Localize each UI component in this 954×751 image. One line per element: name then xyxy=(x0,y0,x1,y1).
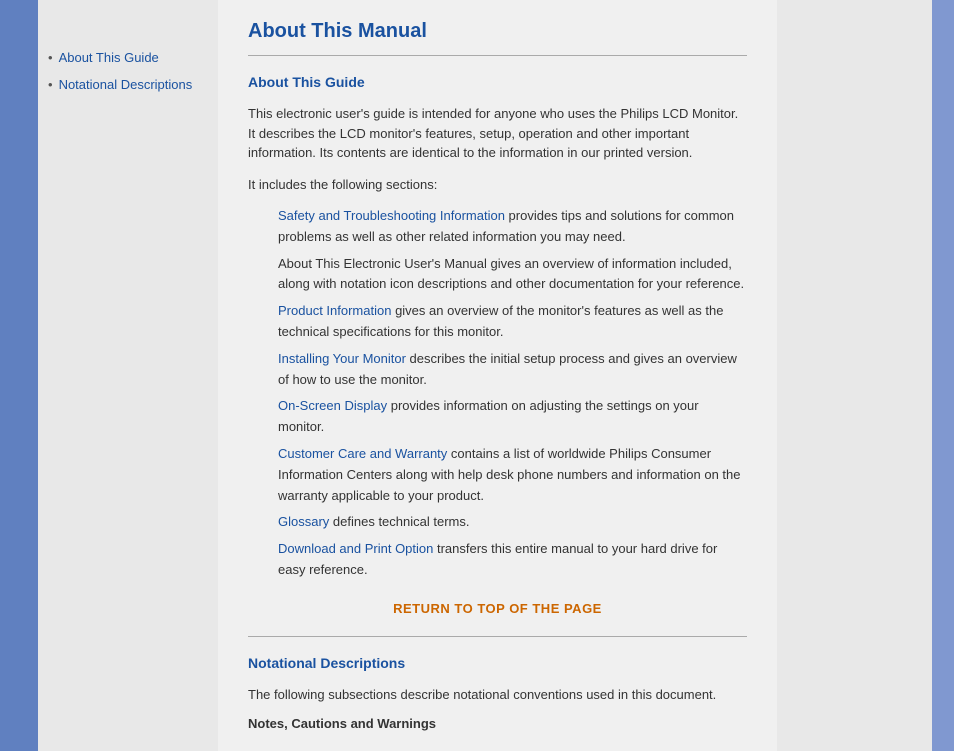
bullet-icon: • xyxy=(48,50,53,65)
section-about-guide: About This Guide This electronic user's … xyxy=(248,74,747,616)
link-osd[interactable]: On-Screen Display xyxy=(278,398,387,413)
link-customer[interactable]: Customer Care and Warranty xyxy=(278,446,447,461)
item-glossary: Glossary defines technical terms. xyxy=(278,512,747,533)
link-download[interactable]: Download and Print Option xyxy=(278,541,433,556)
sidebar-nav: • About This Guide • Notational Descript… xyxy=(48,50,208,92)
section-heading-notational: Notational Descriptions xyxy=(248,655,747,671)
main-content: About This Manual About This Guide This … xyxy=(218,0,777,751)
section-heading-about: About This Guide xyxy=(248,74,747,90)
intro-paragraph-2: It includes the following sections: xyxy=(248,175,747,195)
item-download: Download and Print Option transfers this… xyxy=(278,539,747,581)
item-installing: Installing Your Monitor describes the in… xyxy=(278,349,747,391)
left-accent-bar xyxy=(0,0,38,751)
link-glossary[interactable]: Glossary xyxy=(278,514,329,529)
notational-intro: The following subsections describe notat… xyxy=(248,685,747,705)
item-osd: On-Screen Display provides information o… xyxy=(278,396,747,438)
link-product[interactable]: Product Information xyxy=(278,303,391,318)
item-customer: Customer Care and Warranty contains a li… xyxy=(278,444,747,506)
item-electronic: About This Electronic User's Manual give… xyxy=(278,254,747,296)
sidebar-link-notational[interactable]: Notational Descriptions xyxy=(59,77,193,92)
item-electronic-text: About This Electronic User's Manual give… xyxy=(278,256,744,292)
right-gray-panel xyxy=(777,0,932,751)
sidebar: • About This Guide • Notational Descript… xyxy=(38,0,218,751)
item-glossary-text: defines technical terms. xyxy=(329,514,469,529)
notational-subheading: Notes, Cautions and Warnings xyxy=(248,716,747,731)
link-safety[interactable]: Safety and Troubleshooting Information xyxy=(278,208,505,223)
right-panel xyxy=(777,0,954,751)
bullet-icon: • xyxy=(48,77,53,92)
divider-top xyxy=(248,55,747,56)
section-notational: Notational Descriptions The following su… xyxy=(248,655,747,732)
right-accent-bar xyxy=(932,0,954,751)
sidebar-item-notational[interactable]: • Notational Descriptions xyxy=(48,77,208,92)
page-title: About This Manual xyxy=(248,20,747,43)
divider-middle xyxy=(248,636,747,637)
return-to-top[interactable]: RETURN TO TOP OF THE PAGE xyxy=(248,601,747,616)
sidebar-item-about[interactable]: • About This Guide xyxy=(48,50,208,65)
item-safety: Safety and Troubleshooting Information p… xyxy=(278,206,747,248)
link-installing[interactable]: Installing Your Monitor xyxy=(278,351,406,366)
intro-paragraph-1: This electronic user's guide is intended… xyxy=(248,104,747,163)
item-product: Product Information gives an overview of… xyxy=(278,301,747,343)
sidebar-link-about[interactable]: About This Guide xyxy=(59,50,159,65)
